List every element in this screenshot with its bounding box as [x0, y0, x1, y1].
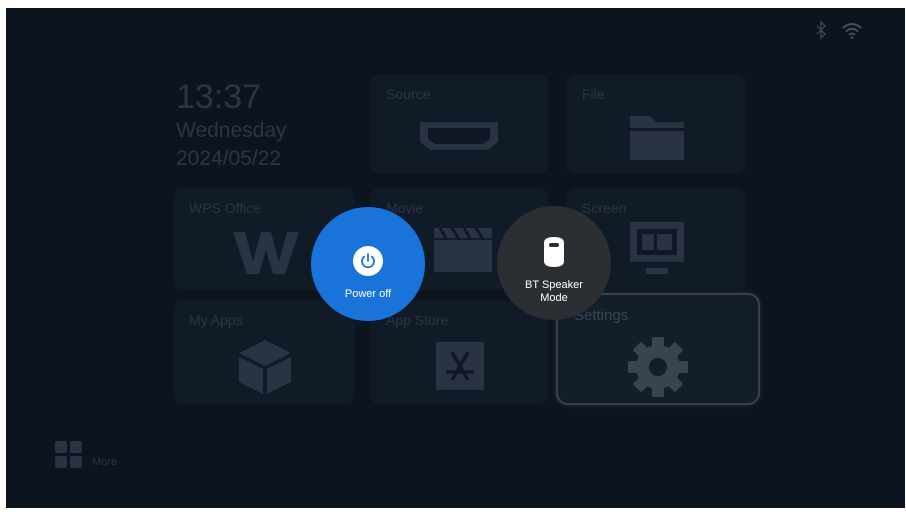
tile-appstore-label: App Store	[386, 312, 449, 328]
launcher-screen: 13:37 Wednesday 2024/05/22 Source File W…	[6, 8, 905, 508]
tile-source-label: Source	[386, 86, 431, 102]
tile-wps-label: WPS Office	[189, 200, 262, 216]
speaker-icon	[544, 237, 564, 267]
grid-icon	[55, 441, 82, 468]
tile-my-apps[interactable]: My Apps	[173, 300, 355, 404]
power-off-label: Power off	[344, 288, 392, 300]
clock-date: 2024/05/22	[176, 147, 282, 170]
clock-weekday: Wednesday	[176, 119, 287, 142]
tile-myapps-label: My Apps	[189, 312, 243, 328]
tile-settings[interactable]: Settings	[556, 293, 760, 405]
app-store-icon	[436, 342, 484, 390]
more-label: More	[92, 456, 118, 468]
tile-source[interactable]: Source	[370, 74, 548, 174]
clock-widget: 13:37 Wednesday 2024/05/22	[176, 78, 287, 172]
tile-file-label: File	[582, 86, 605, 102]
clock-time: 13:37	[176, 78, 262, 116]
gear-icon	[628, 337, 688, 397]
bt-speaker-label: BT Speaker Mode	[525, 279, 583, 304]
cube-icon	[239, 340, 291, 394]
power-off-button[interactable]: Power off	[311, 207, 425, 321]
power-icon-circle	[353, 246, 383, 276]
wps-logo-icon	[233, 232, 299, 274]
clapperboard-icon	[434, 227, 492, 272]
wifi-icon	[842, 23, 862, 39]
bluetooth-icon	[816, 20, 827, 40]
bt-speaker-mode-button[interactable]: BT Speaker Mode	[497, 206, 611, 320]
more-button[interactable]: More	[54, 440, 117, 470]
tile-screen-label: Screen	[582, 200, 627, 216]
hdmi-icon	[420, 122, 498, 150]
folder-icon	[630, 116, 684, 160]
tile-file[interactable]: File	[566, 74, 746, 174]
tile-app-store[interactable]: App Store	[370, 300, 548, 404]
power-icon	[361, 253, 375, 269]
monitor-icon	[630, 222, 684, 274]
status-bar	[815, 20, 863, 40]
